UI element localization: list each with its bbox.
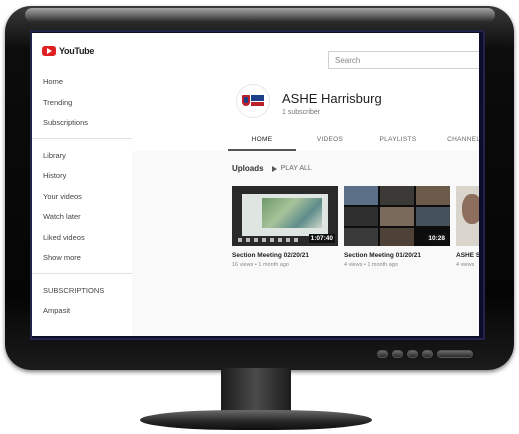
screen: YouTube Search Home Trending Subscriptio… — [32, 33, 479, 336]
monitor-illustration: YouTube Search Home Trending Subscriptio… — [0, 0, 519, 434]
youtube-logo[interactable]: YouTube — [42, 46, 94, 56]
channel-avatar[interactable] — [236, 84, 270, 118]
video-thumbnail[interactable]: 1:07:40 — [232, 186, 338, 246]
sidebar-item-history[interactable]: History — [32, 165, 132, 186]
video-card[interactable]: 1:07:40 Section Meeting 02/20/21 16 view… — [232, 186, 338, 268]
search-input[interactable]: Search — [328, 51, 479, 69]
play-all-label: PLAY ALL — [280, 165, 312, 172]
uploads-header: Uploads PLAY ALL — [232, 164, 312, 173]
sidebar-item-trending[interactable]: Trending — [32, 92, 132, 113]
participant-tile — [344, 186, 378, 205]
ashe-wordmark-bar — [251, 102, 264, 106]
thumbnail-map — [262, 198, 322, 228]
participant-tile — [380, 186, 414, 205]
channel-header: ASHE Harrisburg 1 subscriber HOME VIDEOS… — [132, 71, 479, 151]
sidebar-item-label: Watch later — [43, 212, 81, 221]
play-icon — [271, 165, 277, 172]
sidebar-item-label: Your videos — [43, 191, 82, 201]
sidebar-item-label: Trending — [43, 97, 73, 107]
monitor-power-bar — [437, 350, 473, 358]
play-all-button[interactable]: PLAY ALL — [271, 165, 312, 172]
sidebar-section-heading: SUBSCRIPTIONS — [32, 280, 132, 301]
monitor-button — [392, 350, 403, 358]
video-thumbnail[interactable] — [456, 186, 479, 246]
sidebar-item-label: Ampasit — [43, 306, 71, 315]
monitor-gloss — [25, 8, 495, 22]
logo-text: YouTube — [59, 46, 95, 56]
participant-tile — [416, 207, 450, 226]
youtube-play-icon — [42, 46, 56, 56]
ashe-logo-icon — [242, 94, 264, 108]
sidebar-item-home[interactable]: Home — [32, 71, 132, 92]
video-title[interactable]: ASHE S — [456, 252, 479, 259]
sidebar-item-label: SUBSCRIPTIONS — [43, 285, 105, 295]
monitor-button — [422, 350, 433, 358]
monitor-button — [407, 350, 418, 358]
participant-tile — [344, 207, 378, 226]
thumbnail-controls — [238, 238, 298, 242]
video-duration: 1:07:40 — [308, 234, 335, 243]
participant-tile — [416, 186, 450, 205]
thumbnail-person — [462, 194, 479, 224]
top-bar: YouTube Search — [32, 33, 479, 71]
video-meta: 4 views — [456, 262, 475, 268]
participant-tile — [380, 228, 414, 246]
monitor-buttons — [377, 350, 473, 358]
sidebar-item-label: Subscriptions — [43, 118, 89, 127]
uploads-label[interactable]: Uploads — [232, 164, 264, 173]
tab-videos[interactable]: VIDEOS — [296, 132, 364, 151]
sidebar-item-liked-videos[interactable]: Liked videos — [32, 227, 132, 248]
monitor-button — [377, 350, 388, 358]
ashe-wordmark — [251, 95, 264, 101]
tab-home[interactable]: HOME — [228, 132, 296, 151]
video-title[interactable]: Section Meeting 01/20/21 — [344, 252, 450, 259]
channel-name: ASHE Harrisburg — [282, 91, 382, 106]
participant-tile — [380, 207, 414, 226]
sidebar-divider — [32, 137, 132, 139]
video-meta: 16 views • 1 month ago — [232, 262, 289, 268]
video-duration: 10:28 — [426, 234, 447, 243]
participant-tile — [344, 228, 378, 246]
sidebar-item-label: History — [43, 171, 67, 180]
ashe-shield — [242, 95, 250, 106]
sidebar-item-subscription[interactable]: Ampasit — [32, 300, 132, 321]
main-content: ASHE Harrisburg 1 subscriber HOME VIDEOS… — [132, 71, 479, 336]
sidebar: Home Trending Subscriptions Library Hist… — [32, 71, 132, 336]
sidebar-item-label: Liked videos — [43, 232, 85, 242]
sidebar-item-your-videos[interactable]: Your videos — [32, 186, 132, 207]
sidebar-item-show-more[interactable]: Show more — [32, 247, 132, 268]
channel-tabs: HOME VIDEOS PLAYLISTS CHANNELS — [228, 132, 479, 151]
video-thumbnail[interactable]: 10:28 — [344, 186, 450, 246]
video-card[interactable]: 10:28 Section Meeting 01/20/21 4 views •… — [344, 186, 450, 268]
sidebar-item-watch-later[interactable]: Watch later — [32, 206, 132, 227]
video-title[interactable]: Section Meeting 02/20/21 — [232, 252, 338, 259]
sidebar-item-library[interactable]: Library — [32, 145, 132, 166]
monitor-stand-neck — [221, 368, 291, 416]
sidebar-divider — [32, 272, 132, 274]
sidebar-item-label: Show more — [43, 253, 81, 262]
sidebar-item-label: Home — [43, 77, 64, 86]
tab-playlists[interactable]: PLAYLISTS — [364, 132, 432, 151]
video-meta: 4 views • 1 month ago — [344, 262, 398, 268]
sidebar-item-label: Library — [43, 150, 66, 160]
tab-channels[interactable]: CHANNELS — [432, 132, 479, 151]
subscriber-count: 1 subscriber — [282, 109, 321, 116]
monitor-stand-base — [140, 410, 372, 430]
video-card[interactable]: ASHE S 4 views — [456, 186, 479, 268]
sidebar-item-subscriptions[interactable]: Subscriptions — [32, 112, 132, 133]
